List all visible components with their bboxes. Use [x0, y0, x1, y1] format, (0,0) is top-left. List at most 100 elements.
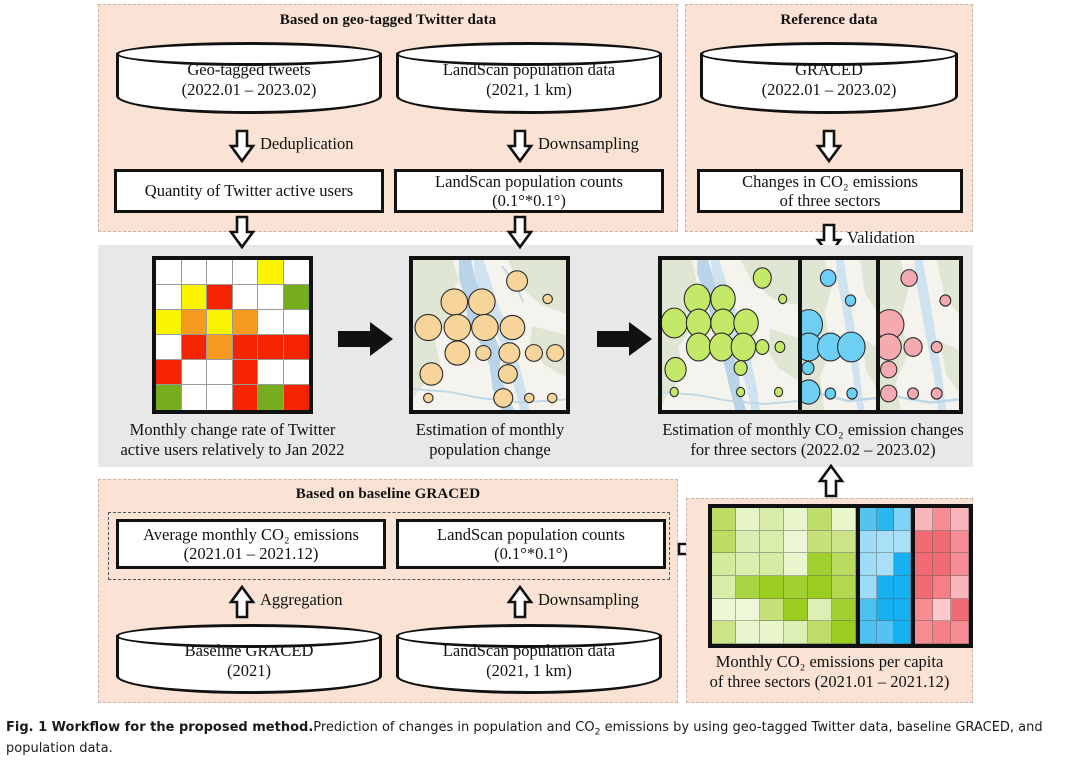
- per-capita-green-cell-r2-c2: [759, 553, 784, 576]
- db-baseline-graced-line2: (2021): [227, 660, 271, 680]
- db-geo-tagged-tweets-text: Geo-tagged tweets (2022.01 – 2023.02): [116, 60, 382, 100]
- caption-three-sector-line2: for three sectors (2022.02 – 2023.02): [690, 439, 936, 459]
- figure-caption-bold: Fig. 1 Workflow for the proposed method.: [6, 720, 314, 735]
- arrow-aggregation: [228, 584, 256, 619]
- caption-three-sector-line1: Estimation of monthly CO₂ emission chang…: [662, 420, 964, 439]
- sector-1-residential-bubble-17: [775, 387, 783, 396]
- heat-cell-r4-c1: [181, 360, 207, 385]
- db-baseline-graced-line1: Baseline GRACED: [184, 640, 314, 660]
- figure-caption-rest1: Prediction of changes in population and …: [313, 720, 595, 735]
- sector-bubbles-power: [801, 260, 877, 410]
- sector-2-power-bubble-8: [825, 388, 835, 399]
- per-capita-blue-cell-r5-c1: [876, 621, 894, 644]
- per-capita-blue-cell-r4-c1: [876, 598, 894, 622]
- heat-cell-r5-c1: [181, 385, 207, 410]
- population-bubble-15: [424, 393, 433, 402]
- figure-caption: Fig. 1 Workflow for the proposed method.…: [6, 718, 1065, 759]
- db-landscan-bottom-line1: LandScan population data: [442, 640, 616, 660]
- per-capita-green-cell-r2-c3: [783, 553, 808, 576]
- twitter-heatmap-grid: [156, 260, 309, 410]
- box-average-monthly-co2-line2: (2021.01 – 2021.12): [183, 544, 319, 563]
- sector-3-industry-bubble-6: [881, 361, 897, 378]
- sector-panel-power: [801, 260, 881, 410]
- per-capita-blue-cell-r4-c2: [893, 598, 912, 622]
- sector-bubbles-residential: [662, 260, 798, 410]
- per-capita-green-cell-r0-c5: [831, 508, 856, 531]
- sector-1-residential-bubble-0: [753, 268, 771, 288]
- per-capita-green-cell-r3-c3: [783, 575, 808, 599]
- per-capita-green-cell-r4-c4: [807, 598, 832, 622]
- arrow-users-to-grid: [228, 215, 256, 250]
- db-landscan-bottom-text: LandScan population data (2021, 1 km): [396, 641, 662, 681]
- box-twitter-active-users: Quantity of Twitter active users: [114, 169, 384, 213]
- per-capita-green-cell-r5-c4: [807, 621, 832, 644]
- heat-cell-r5-c3: [232, 385, 258, 410]
- panel-baseline-title: Based on baseline GRACED: [295, 486, 481, 502]
- caption-per-capita-line1: Monthly CO₂ emissions per capita: [715, 652, 944, 671]
- heat-cell-r4-c3: [232, 360, 258, 385]
- per-capita-blue-cell-r0-c1: [876, 508, 894, 531]
- population-bubble-6: [472, 314, 499, 340]
- population-bubble-0: [507, 271, 528, 291]
- per-capita-pink-cell-r2-c0: [915, 553, 933, 576]
- population-bubble-9: [476, 346, 491, 361]
- sector-3-industry-bubble-9: [932, 388, 943, 399]
- heat-cell-r2-c1: [181, 310, 207, 335]
- population-bubble-16: [494, 389, 513, 408]
- per-capita-green-cell-r0-c4: [807, 508, 832, 531]
- caption-population-map: Estimation of monthly population change: [400, 420, 580, 460]
- box-changes-co2-line2: of three sectors: [779, 191, 881, 210]
- sector-2-power-bubble-7: [801, 380, 820, 404]
- per-capita-blue-cell-r2-c0: [859, 553, 877, 576]
- db-geo-tagged-tweets: Geo-tagged tweets (2022.01 – 2023.02): [116, 42, 382, 114]
- box-twitter-active-users-label: Quantity of Twitter active users: [144, 181, 354, 201]
- black-arrow-map-to-sectors: [597, 322, 652, 356]
- per-capita-blue-cell-r0-c0: [859, 508, 877, 531]
- per-capita-pink-cell-r4-c2: [951, 598, 969, 622]
- db-landscan-bottom-line2: (2021, 1 km): [486, 660, 572, 680]
- per-capita-green-cell-r4-c2: [759, 598, 784, 622]
- sector-3-industry-bubble-0: [901, 270, 917, 287]
- box-average-monthly-co2-line1: Average monthly CO₂ emissions: [143, 524, 359, 544]
- per-capita-pink-cell-r3-c0: [915, 575, 933, 599]
- heat-cell-r4-c5: [283, 360, 309, 385]
- per-capita-green-cell-r5-c2: [759, 621, 784, 644]
- sector-1-residential-bubble-1: [779, 294, 787, 303]
- sector-3-industry-bubble-7: [881, 385, 897, 402]
- per-capita-blue-cell-r0-c2: [893, 508, 912, 531]
- arrow-label-deduplication: Deduplication: [260, 134, 354, 153]
- population-bubble-10: [499, 343, 520, 363]
- per-capita-green-cell-r2-c5: [831, 553, 856, 576]
- per-capita-green-cell-r1-c0: [712, 530, 736, 554]
- heat-cell-r3-c1: [181, 335, 207, 360]
- box-landscan-counts-bottom: LandScan population counts (0.1°*0.1°): [396, 519, 666, 569]
- per-capita-blue-cell-r3-c2: [893, 575, 912, 599]
- population-bubble-13: [420, 363, 443, 385]
- box-changes-co2-line1: Changes in CO₂ emissions: [742, 171, 918, 191]
- heat-cell-r3-c3: [232, 335, 258, 360]
- per-capita-green-cell-r5-c5: [831, 621, 856, 644]
- per-capita-green-cell-r0-c1: [735, 508, 760, 531]
- per-capita-green-grid: [712, 508, 856, 644]
- panel-reference-title: Reference data: [780, 12, 878, 28]
- population-bubble-8: [445, 341, 470, 365]
- figure-per-capita-grid: [708, 504, 973, 648]
- arrow-downsampling-top: [506, 129, 534, 164]
- per-capita-green-cell-r1-c4: [807, 530, 832, 554]
- per-capita-pink-cell-r5-c2: [951, 621, 969, 644]
- caption-population-map-line2: population change: [429, 439, 551, 459]
- db-baseline-graced-text: Baseline GRACED (2021): [116, 641, 382, 681]
- per-capita-green-cell-r3-c4: [807, 575, 832, 599]
- caption-three-sector-maps: Estimation of monthly CO₂ emission chang…: [613, 420, 1013, 460]
- db-geo-tagged-tweets-line2: (2022.01 – 2023.02): [181, 79, 317, 99]
- heat-cell-r0-c1: [181, 260, 207, 285]
- population-bubbles: [413, 260, 566, 410]
- per-capita-green-cell-r2-c0: [712, 553, 736, 576]
- heat-cell-r3-c4: [258, 335, 284, 360]
- heat-cell-r1-c4: [258, 285, 284, 310]
- sector-2-power-bubble-1: [845, 295, 855, 306]
- heat-cell-r3-c0: [156, 335, 182, 360]
- sector-bubbles-industry: [880, 260, 959, 410]
- per-capita-green-cell-r5-c3: [783, 621, 808, 644]
- population-bubble-11: [525, 345, 542, 362]
